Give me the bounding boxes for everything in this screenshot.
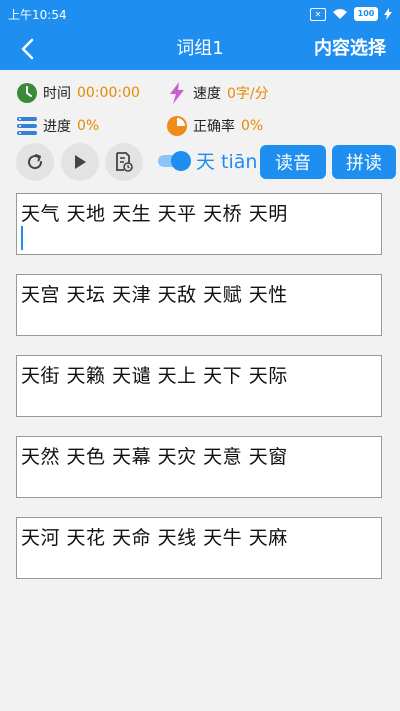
word-group-text: 天气 天地 天生 天平 天桥 天明 [21,203,288,225]
progress-value: 0% [77,118,100,134]
word-group-box[interactable]: 天宫 天坛 天津 天敌 天赋 天性 [16,274,382,336]
progress-stack-icon [16,115,38,137]
accuracy-value: 0% [241,118,264,134]
play-icon [75,155,86,169]
clock-icon [16,82,38,104]
charging-icon [384,8,392,20]
word-group-box[interactable]: 天河 天花 天命 天线 天牛 天麻 [16,517,382,579]
record-button[interactable] [105,143,143,181]
text-caret [21,226,23,250]
spell-button[interactable]: 拼读 [332,145,396,179]
replay-button[interactable] [16,143,54,181]
speed-label: 速度 [193,86,221,102]
lightning-icon [166,82,188,104]
wifi-icon [333,9,347,19]
content-select-button[interactable]: 内容选择 [314,28,386,70]
word-group-text: 天然 天色 天幕 天灾 天意 天窗 [21,446,288,468]
word-group-box[interactable]: 天然 天色 天幕 天灾 天意 天窗 [16,436,382,498]
accuracy-label: 正确率 [193,119,235,135]
status-bar: 上午10:54 ✕ 100 [0,0,400,28]
word-group-box[interactable]: 天街 天籁 天谴 天上 天下 天际 [16,355,382,417]
battery-icon: 100 [354,7,378,21]
word-group-text: 天街 天籁 天谴 天上 天下 天际 [21,365,288,387]
toggle-knob [171,151,191,171]
speed-stat: 速度 0字/分 [166,81,269,105]
status-time: 上午10:54 [8,7,67,22]
read-button[interactable]: 读音 [260,145,326,179]
time-label: 时间 [43,86,71,102]
current-character: 天 tiān [196,151,258,173]
time-value: 00:00:00 [77,85,140,101]
app-bar: 词组1 内容选择 [0,28,400,70]
status-icons: ✕ 100 [310,7,392,21]
word-group-text: 天宫 天坛 天津 天敌 天赋 天性 [21,284,288,306]
pinyin-toggle[interactable] [156,150,192,172]
progress-stat: 进度 0% [16,114,99,138]
pie-chart-icon [166,115,188,137]
word-group-box[interactable]: 天气 天地 天生 天平 天桥 天明 [16,193,382,255]
sim-icon: ✕ [310,7,326,21]
time-stat: 时间 00:00:00 [16,81,140,105]
progress-label: 进度 [43,119,71,135]
accuracy-stat: 正确率 0% [166,114,263,138]
word-group-text: 天河 天花 天命 天线 天牛 天麻 [21,527,288,549]
speed-value: 0字/分 [227,86,269,102]
document-clock-icon [116,152,133,172]
refresh-icon [28,154,43,170]
play-button[interactable] [61,143,99,181]
